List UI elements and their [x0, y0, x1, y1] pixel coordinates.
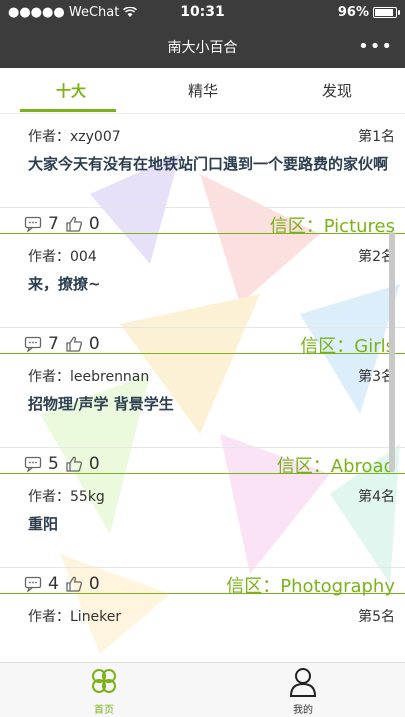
nav-bar: 南大小百合 •••	[0, 26, 405, 68]
post-stats: 4 0	[24, 574, 100, 594]
comment-icon	[24, 576, 42, 593]
top-tabs: 十大 精华 发现	[0, 68, 405, 114]
post-author: 作者：leebrennan	[28, 369, 150, 385]
battery-icon	[373, 7, 400, 18]
post-title[interactable]: 来，撩撩~	[28, 274, 388, 295]
user-icon	[289, 668, 317, 697]
post-title[interactable]: 大家今天有没有在地铁站门口遇到一个要路费的家伙啊	[28, 154, 388, 175]
tab-featured[interactable]: 精华	[158, 80, 248, 101]
tab-discover[interactable]: 发现	[292, 80, 382, 101]
post-item[interactable]: 作者：leebrennan 第3名 招物理/声学 背景学生 5 0 信区：Abr…	[0, 354, 405, 477]
status-bar: ●●●●● WeChat 10:31 96%	[0, 0, 405, 26]
more-menu-button[interactable]: •••	[358, 36, 393, 57]
post-stats: 7 0	[24, 214, 100, 234]
like-count: 0	[88, 334, 100, 354]
comment-icon	[24, 456, 42, 473]
post-title[interactable]: 重阳	[28, 514, 388, 535]
thumbs-up-icon[interactable]	[65, 335, 83, 353]
comment-count: 5	[48, 454, 59, 474]
post-rank: 第4名	[358, 489, 395, 505]
post-stats: 5 0	[24, 454, 100, 474]
post-rank: 第1名	[358, 129, 395, 145]
post-author: 作者：55kg	[28, 489, 105, 505]
post-item[interactable]: 作者：55kg 第4名 重阳 4 0 信区：Photography	[0, 474, 405, 597]
post-author: 作者：xzy007	[28, 129, 121, 145]
post-author: 作者：Lineker	[28, 609, 122, 625]
like-count: 0	[88, 454, 100, 474]
like-count: 0	[88, 214, 100, 234]
post-item[interactable]: 作者：Lineker 第5名	[0, 594, 405, 662]
post-rank: 第5名	[358, 609, 395, 625]
page-title: 南大小百合	[167, 40, 238, 56]
scrollbar[interactable]	[389, 232, 395, 472]
thumbs-up-icon[interactable]	[65, 455, 83, 473]
post-title[interactable]: 招物理/声学 背景学生	[28, 394, 388, 415]
bottom-tab-home[interactable]: 首页	[59, 667, 149, 716]
bottom-tab-mine-label: 我的	[293, 705, 313, 716]
comment-count: 7	[48, 334, 59, 354]
post-divider	[0, 327, 405, 328]
bottom-tab-mine[interactable]: 我的	[258, 667, 348, 716]
like-count: 0	[88, 574, 100, 594]
thumbs-up-icon[interactable]	[65, 575, 83, 593]
comment-count: 4	[48, 574, 59, 594]
bottom-tab-bar: 首页 我的	[0, 662, 405, 717]
clover-home-icon	[92, 669, 116, 693]
active-tab-indicator	[20, 109, 116, 112]
post-stats: 7 0	[24, 334, 100, 354]
comment-count: 7	[48, 214, 59, 234]
comment-icon	[24, 216, 42, 233]
post-list[interactable]: 作者：xzy007 第1名 大家今天有没有在地铁站门口遇到一个要路费的家伙啊 7…	[0, 114, 405, 662]
post-item[interactable]: 作者：004 第2名 来，撩撩~ 7 0 信区：Girls	[0, 234, 405, 357]
tab-top-ten[interactable]: 十大	[26, 80, 116, 101]
post-item[interactable]: 作者：xzy007 第1名 大家今天有没有在地铁站门口遇到一个要路费的家伙啊 7…	[0, 114, 405, 237]
post-divider	[0, 207, 405, 208]
post-author: 作者：004	[28, 249, 97, 265]
thumbs-up-icon[interactable]	[65, 215, 83, 233]
bottom-tab-home-label: 首页	[94, 705, 114, 716]
post-divider	[0, 567, 405, 568]
comment-icon	[24, 336, 42, 353]
battery-status: 96%	[337, 5, 400, 20]
post-divider	[0, 447, 405, 448]
battery-percent: 96%	[337, 5, 369, 20]
